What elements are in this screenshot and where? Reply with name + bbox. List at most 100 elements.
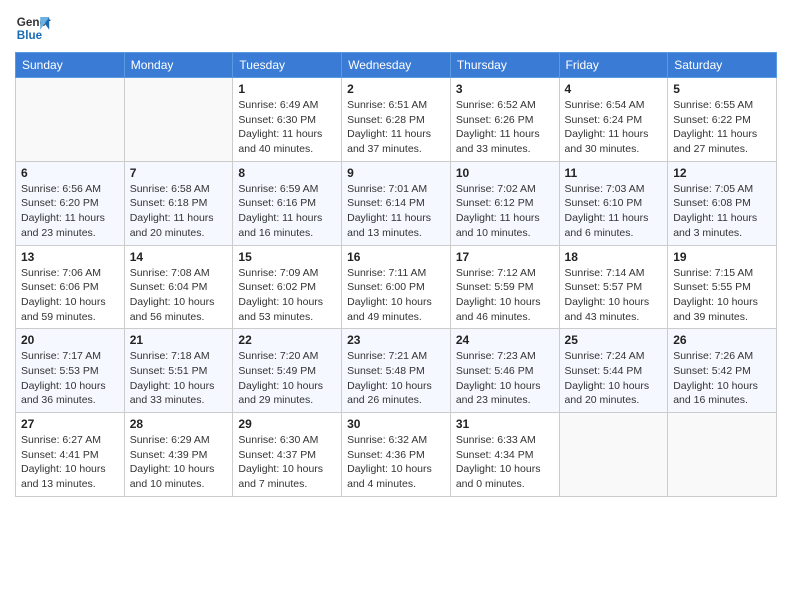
calendar-cell: 16Sunrise: 7:11 AM Sunset: 6:00 PM Dayli…	[342, 245, 451, 329]
week-row-3: 20 Sunrise: 7:17 AM Sunset: 5:53 PM Dayli…	[16, 329, 777, 413]
calendar-cell: 14 Sunrise: 7:08 AM Sunset: 6:04 PM Dayli…	[124, 245, 233, 329]
calendar-cell: 26Sunrise: 7:26 AM Sunset: 5:42 PM Dayli…	[668, 329, 777, 413]
day-header-thursday: Thursday	[450, 53, 559, 78]
day-number: 19	[673, 250, 771, 264]
day-number: 25	[565, 333, 663, 347]
day-number: 21	[130, 333, 228, 347]
calendar-table: SundayMondayTuesdayWednesdayThursdayFrid…	[15, 52, 777, 497]
day-header-tuesday: Tuesday	[233, 53, 342, 78]
day-info: Sunrise: 7:08 AM Sunset: 6:04 PM Dayligh…	[130, 266, 228, 325]
calendar-cell: 30 Sunrise: 6:32 AM Sunset: 4:36 PM Dayli…	[342, 413, 451, 497]
day-number: 5	[673, 82, 771, 96]
day-number: 28	[130, 417, 228, 431]
day-info: Sunrise: 6:54 AM Sunset: 6:24 PM Dayligh…	[565, 98, 663, 157]
logo: General Blue	[15, 10, 51, 46]
day-number: 7	[130, 166, 228, 180]
calendar-cell: 23Sunrise: 7:21 AM Sunset: 5:48 PM Dayli…	[342, 329, 451, 413]
week-row-1: 6 Sunrise: 6:56 AM Sunset: 6:20 PM Daylig…	[16, 161, 777, 245]
day-info: Sunrise: 7:09 AM Sunset: 6:02 PM Dayligh…	[238, 266, 336, 325]
day-number: 6	[21, 166, 119, 180]
calendar-cell: 22 Sunrise: 7:20 AM Sunset: 5:49 PM Dayli…	[233, 329, 342, 413]
calendar-cell: 24 Sunrise: 7:23 AM Sunset: 5:46 PM Dayli…	[450, 329, 559, 413]
calendar-cell	[668, 413, 777, 497]
day-number: 14	[130, 250, 228, 264]
day-number: 26	[673, 333, 771, 347]
calendar-cell: 8 Sunrise: 6:59 AM Sunset: 6:16 PM Daylig…	[233, 161, 342, 245]
day-number: 8	[238, 166, 336, 180]
day-info: Sunrise: 6:32 AM Sunset: 4:36 PM Dayligh…	[347, 433, 445, 492]
day-info: Sunrise: 6:27 AM Sunset: 4:41 PM Dayligh…	[21, 433, 119, 492]
calendar-cell: 18 Sunrise: 7:14 AM Sunset: 5:57 PM Dayli…	[559, 245, 668, 329]
day-info: Sunrise: 6:56 AM Sunset: 6:20 PM Dayligh…	[21, 182, 119, 241]
calendar-cell: 9Sunrise: 7:01 AM Sunset: 6:14 PM Daylig…	[342, 161, 451, 245]
day-info: Sunrise: 6:49 AM Sunset: 6:30 PM Dayligh…	[238, 98, 336, 157]
day-info: Sunrise: 6:30 AM Sunset: 4:37 PM Dayligh…	[238, 433, 336, 492]
calendar-cell: 31 Sunrise: 6:33 AM Sunset: 4:34 PM Dayli…	[450, 413, 559, 497]
day-number: 27	[21, 417, 119, 431]
day-info: Sunrise: 7:02 AM Sunset: 6:12 PM Dayligh…	[456, 182, 554, 241]
calendar-cell: 6 Sunrise: 6:56 AM Sunset: 6:20 PM Daylig…	[16, 161, 125, 245]
day-number: 31	[456, 417, 554, 431]
day-info: Sunrise: 7:24 AM Sunset: 5:44 PM Dayligh…	[565, 349, 663, 408]
day-info: Sunrise: 6:51 AM Sunset: 6:28 PM Dayligh…	[347, 98, 445, 157]
day-info: Sunrise: 7:18 AM Sunset: 5:51 PM Dayligh…	[130, 349, 228, 408]
day-info: Sunrise: 7:21 AM Sunset: 5:48 PM Dayligh…	[347, 349, 445, 408]
day-number: 12	[673, 166, 771, 180]
calendar-cell: 29 Sunrise: 6:30 AM Sunset: 4:37 PM Dayli…	[233, 413, 342, 497]
day-info: Sunrise: 6:33 AM Sunset: 4:34 PM Dayligh…	[456, 433, 554, 492]
day-info: Sunrise: 7:05 AM Sunset: 6:08 PM Dayligh…	[673, 182, 771, 241]
day-number: 9	[347, 166, 445, 180]
logo-icon: General Blue	[15, 10, 51, 46]
day-info: Sunrise: 6:55 AM Sunset: 6:22 PM Dayligh…	[673, 98, 771, 157]
day-info: Sunrise: 7:23 AM Sunset: 5:46 PM Dayligh…	[456, 349, 554, 408]
calendar-cell: 15 Sunrise: 7:09 AM Sunset: 6:02 PM Dayli…	[233, 245, 342, 329]
day-info: Sunrise: 7:15 AM Sunset: 5:55 PM Dayligh…	[673, 266, 771, 325]
calendar-cell: 5 Sunrise: 6:55 AM Sunset: 6:22 PM Daylig…	[668, 78, 777, 162]
calendar-cell	[16, 78, 125, 162]
calendar-cell: 19 Sunrise: 7:15 AM Sunset: 5:55 PM Dayli…	[668, 245, 777, 329]
day-info: Sunrise: 6:58 AM Sunset: 6:18 PM Dayligh…	[130, 182, 228, 241]
day-number: 15	[238, 250, 336, 264]
calendar-cell: 11Sunrise: 7:03 AM Sunset: 6:10 PM Dayli…	[559, 161, 668, 245]
calendar-cell: 20 Sunrise: 7:17 AM Sunset: 5:53 PM Dayli…	[16, 329, 125, 413]
day-info: Sunrise: 7:06 AM Sunset: 6:06 PM Dayligh…	[21, 266, 119, 325]
calendar-cell: 7 Sunrise: 6:58 AM Sunset: 6:18 PM Daylig…	[124, 161, 233, 245]
day-number: 10	[456, 166, 554, 180]
day-info: Sunrise: 7:03 AM Sunset: 6:10 PM Dayligh…	[565, 182, 663, 241]
day-info: Sunrise: 7:14 AM Sunset: 5:57 PM Dayligh…	[565, 266, 663, 325]
day-header-wednesday: Wednesday	[342, 53, 451, 78]
calendar-cell: 1 Sunrise: 6:49 AM Sunset: 6:30 PM Daylig…	[233, 78, 342, 162]
week-row-2: 13Sunrise: 7:06 AM Sunset: 6:06 PM Dayli…	[16, 245, 777, 329]
day-number: 20	[21, 333, 119, 347]
calendar-cell: 27 Sunrise: 6:27 AM Sunset: 4:41 PM Dayli…	[16, 413, 125, 497]
day-number: 24	[456, 333, 554, 347]
calendar-cell: 21 Sunrise: 7:18 AM Sunset: 5:51 PM Dayli…	[124, 329, 233, 413]
day-number: 17	[456, 250, 554, 264]
day-number: 2	[347, 82, 445, 96]
day-number: 30	[347, 417, 445, 431]
calendar-cell	[124, 78, 233, 162]
day-info: Sunrise: 6:52 AM Sunset: 6:26 PM Dayligh…	[456, 98, 554, 157]
day-number: 29	[238, 417, 336, 431]
day-header-saturday: Saturday	[668, 53, 777, 78]
day-number: 22	[238, 333, 336, 347]
day-number: 3	[456, 82, 554, 96]
day-info: Sunrise: 6:29 AM Sunset: 4:39 PM Dayligh…	[130, 433, 228, 492]
calendar-cell: 3 Sunrise: 6:52 AM Sunset: 6:26 PM Daylig…	[450, 78, 559, 162]
day-info: Sunrise: 7:20 AM Sunset: 5:49 PM Dayligh…	[238, 349, 336, 408]
day-header-sunday: Sunday	[16, 53, 125, 78]
calendar-cell: 13Sunrise: 7:06 AM Sunset: 6:06 PM Dayli…	[16, 245, 125, 329]
day-number: 1	[238, 82, 336, 96]
day-info: Sunrise: 7:11 AM Sunset: 6:00 PM Dayligh…	[347, 266, 445, 325]
day-info: Sunrise: 6:59 AM Sunset: 6:16 PM Dayligh…	[238, 182, 336, 241]
day-number: 4	[565, 82, 663, 96]
day-info: Sunrise: 7:12 AM Sunset: 5:59 PM Dayligh…	[456, 266, 554, 325]
page: General Blue SundayMondayTuesdayWednesda…	[0, 0, 792, 612]
svg-text:Blue: Blue	[17, 29, 43, 42]
day-header-friday: Friday	[559, 53, 668, 78]
day-number: 18	[565, 250, 663, 264]
week-row-4: 27 Sunrise: 6:27 AM Sunset: 4:41 PM Dayli…	[16, 413, 777, 497]
calendar-cell: 2 Sunrise: 6:51 AM Sunset: 6:28 PM Daylig…	[342, 78, 451, 162]
calendar-cell: 12 Sunrise: 7:05 AM Sunset: 6:08 PM Dayli…	[668, 161, 777, 245]
day-info: Sunrise: 7:17 AM Sunset: 5:53 PM Dayligh…	[21, 349, 119, 408]
